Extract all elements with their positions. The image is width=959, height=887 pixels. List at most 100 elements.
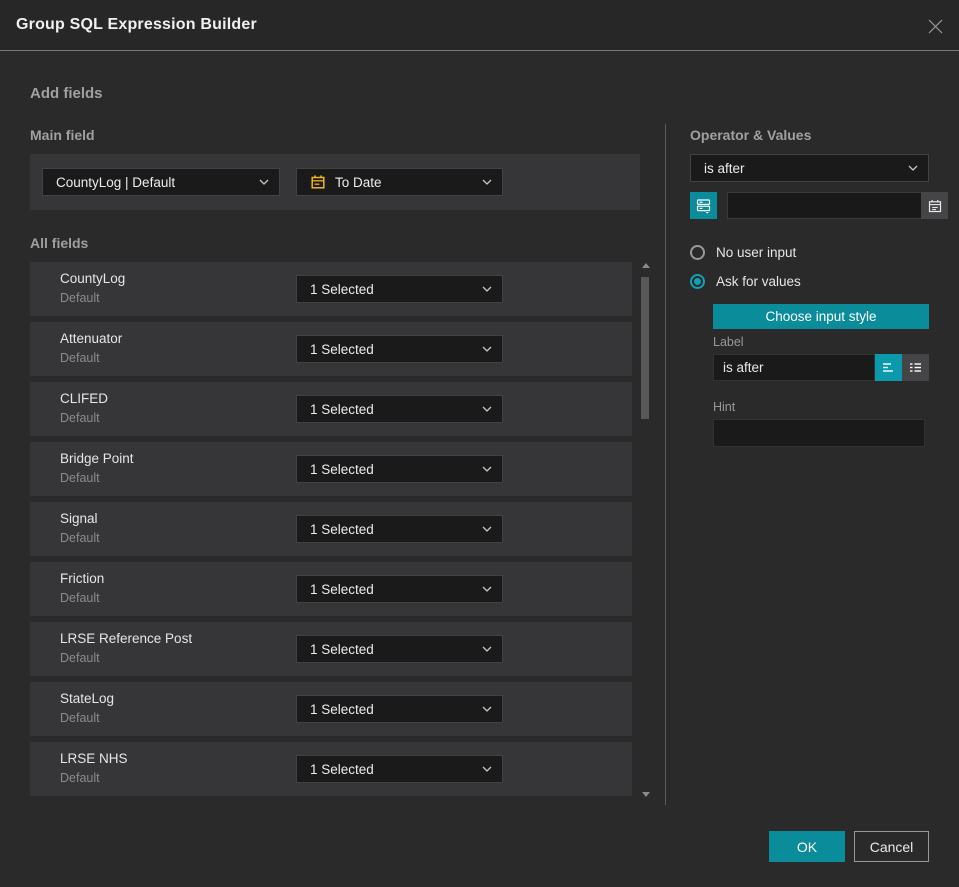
date-picker-button[interactable] xyxy=(921,192,948,219)
operator-dropdown-value: is after xyxy=(704,160,745,176)
hint-caption: Hint xyxy=(713,400,736,414)
field-selection-dropdown[interactable]: 1 Selected xyxy=(296,575,503,603)
radio-selected-icon xyxy=(690,274,705,289)
field-name: LRSE NHS xyxy=(60,751,128,766)
field-selection-dropdown[interactable]: 1 Selected xyxy=(296,335,503,363)
hint-input[interactable] xyxy=(713,419,925,447)
value-type-button[interactable] xyxy=(690,192,717,219)
chevron-down-icon xyxy=(482,766,492,772)
add-fields-heading: Add fields xyxy=(30,85,103,102)
value-input-wrap xyxy=(727,192,948,219)
field-row: StateLog Default 1 Selected xyxy=(30,682,632,736)
main-field-date-dropdown[interactable]: To Date xyxy=(296,168,503,196)
chevron-down-icon xyxy=(482,706,492,712)
field-type-label: Default xyxy=(60,411,100,425)
field-type-label: Default xyxy=(60,591,100,605)
field-row: LRSE NHS Default 1 Selected xyxy=(30,742,632,796)
scroll-up-arrow-icon[interactable] xyxy=(642,263,650,268)
label-caption: Label xyxy=(713,335,744,349)
cancel-button[interactable]: Cancel xyxy=(854,831,929,862)
value-input[interactable] xyxy=(728,193,921,218)
scrollbar-thumb[interactable] xyxy=(641,277,649,419)
field-type-label: Default xyxy=(60,651,100,665)
scroll-down-arrow-icon[interactable] xyxy=(642,792,650,797)
field-selection-value: 1 Selected xyxy=(310,701,374,717)
field-name: CLIFED xyxy=(60,391,109,406)
radio-ask-for-values[interactable]: Ask for values xyxy=(690,274,801,289)
radio-ask-for-values-label: Ask for values xyxy=(716,274,801,289)
field-selection-dropdown[interactable]: 1 Selected xyxy=(296,695,503,723)
operator-dropdown[interactable]: is after xyxy=(690,154,929,182)
all-fields-heading: All fields xyxy=(30,235,89,251)
list-icon xyxy=(910,363,921,372)
single-line-style-button[interactable] xyxy=(875,354,902,381)
choose-input-style-button[interactable]: Choose input style xyxy=(713,304,929,329)
field-type-label: Default xyxy=(60,771,100,785)
field-name: StateLog xyxy=(60,691,115,706)
field-row: Bridge Point Default 1 Selected xyxy=(30,442,632,496)
field-row: Friction Default 1 Selected xyxy=(30,562,632,616)
field-type-label: Default xyxy=(60,711,100,725)
calendar-icon xyxy=(310,174,326,190)
chevron-down-icon xyxy=(482,346,492,352)
field-selection-value: 1 Selected xyxy=(310,521,374,537)
field-selection-value: 1 Selected xyxy=(310,461,374,477)
align-left-icon xyxy=(883,363,893,372)
operator-values-heading: Operator & Values xyxy=(690,127,812,143)
chevron-down-icon xyxy=(482,586,492,592)
field-type-label: Default xyxy=(60,531,100,545)
field-name: Friction xyxy=(60,571,105,586)
field-selection-value: 1 Selected xyxy=(310,581,374,597)
radio-circle-icon xyxy=(690,245,705,260)
close-button[interactable] xyxy=(923,14,947,38)
chevron-down-icon xyxy=(482,646,492,652)
field-stack-icon xyxy=(696,199,711,214)
label-input[interactable] xyxy=(713,354,875,381)
field-selection-value: 1 Selected xyxy=(310,281,374,297)
field-name: Signal xyxy=(60,511,98,526)
all-fields-list: CountyLog Default 1 Selected Attenuator … xyxy=(30,262,632,802)
field-row: CLIFED Default 1 Selected xyxy=(30,382,632,436)
field-row: Signal Default 1 Selected xyxy=(30,502,632,556)
field-selection-dropdown[interactable]: 1 Selected xyxy=(296,515,503,543)
chevron-down-icon xyxy=(482,406,492,412)
field-selection-dropdown[interactable]: 1 Selected xyxy=(296,395,503,423)
field-type-label: Default xyxy=(60,291,100,305)
field-selection-dropdown[interactable]: 1 Selected xyxy=(296,635,503,663)
field-selection-value: 1 Selected xyxy=(310,761,374,777)
calendar-icon xyxy=(928,199,941,212)
chevron-down-icon xyxy=(482,179,492,185)
field-name: LRSE Reference Post xyxy=(60,631,193,646)
field-selection-value: 1 Selected xyxy=(310,401,374,417)
field-selection-dropdown[interactable]: 1 Selected xyxy=(296,755,503,783)
chevron-down-icon xyxy=(482,526,492,532)
field-name: Bridge Point xyxy=(60,451,134,466)
field-type-label: Default xyxy=(60,471,100,485)
main-field-heading: Main field xyxy=(30,127,95,143)
radio-no-user-input-label: No user input xyxy=(716,245,797,260)
field-type-label: Default xyxy=(60,351,100,365)
field-row: Attenuator Default 1 Selected xyxy=(30,322,632,376)
chevron-down-icon xyxy=(482,286,492,292)
field-selection-value: 1 Selected xyxy=(310,641,374,657)
field-selection-value: 1 Selected xyxy=(310,341,374,357)
field-row: LRSE Reference Post Default 1 Selected xyxy=(30,622,632,676)
dialog-titlebar: Group SQL Expression Builder xyxy=(0,0,959,51)
fields-list-scrollbar[interactable] xyxy=(640,258,652,800)
field-row: CountyLog Default 1 Selected xyxy=(30,262,632,316)
dialog-title: Group SQL Expression Builder xyxy=(16,16,257,33)
close-icon xyxy=(928,19,942,33)
main-field-panel: CountyLog | Default To Date xyxy=(30,154,640,210)
field-selection-dropdown[interactable]: 1 Selected xyxy=(296,275,503,303)
panel-divider xyxy=(665,124,666,805)
main-field-dropdown[interactable]: CountyLog | Default xyxy=(42,168,280,196)
ok-button[interactable]: OK xyxy=(769,831,845,862)
main-field-date-value: To Date xyxy=(335,174,382,190)
radio-no-user-input[interactable]: No user input xyxy=(690,245,796,260)
chevron-down-icon xyxy=(259,179,269,185)
main-field-dropdown-value: CountyLog | Default xyxy=(56,174,176,190)
list-style-button[interactable] xyxy=(902,354,929,381)
chevron-down-icon xyxy=(908,165,918,171)
field-selection-dropdown[interactable]: 1 Selected xyxy=(296,455,503,483)
field-name: CountyLog xyxy=(60,271,126,286)
